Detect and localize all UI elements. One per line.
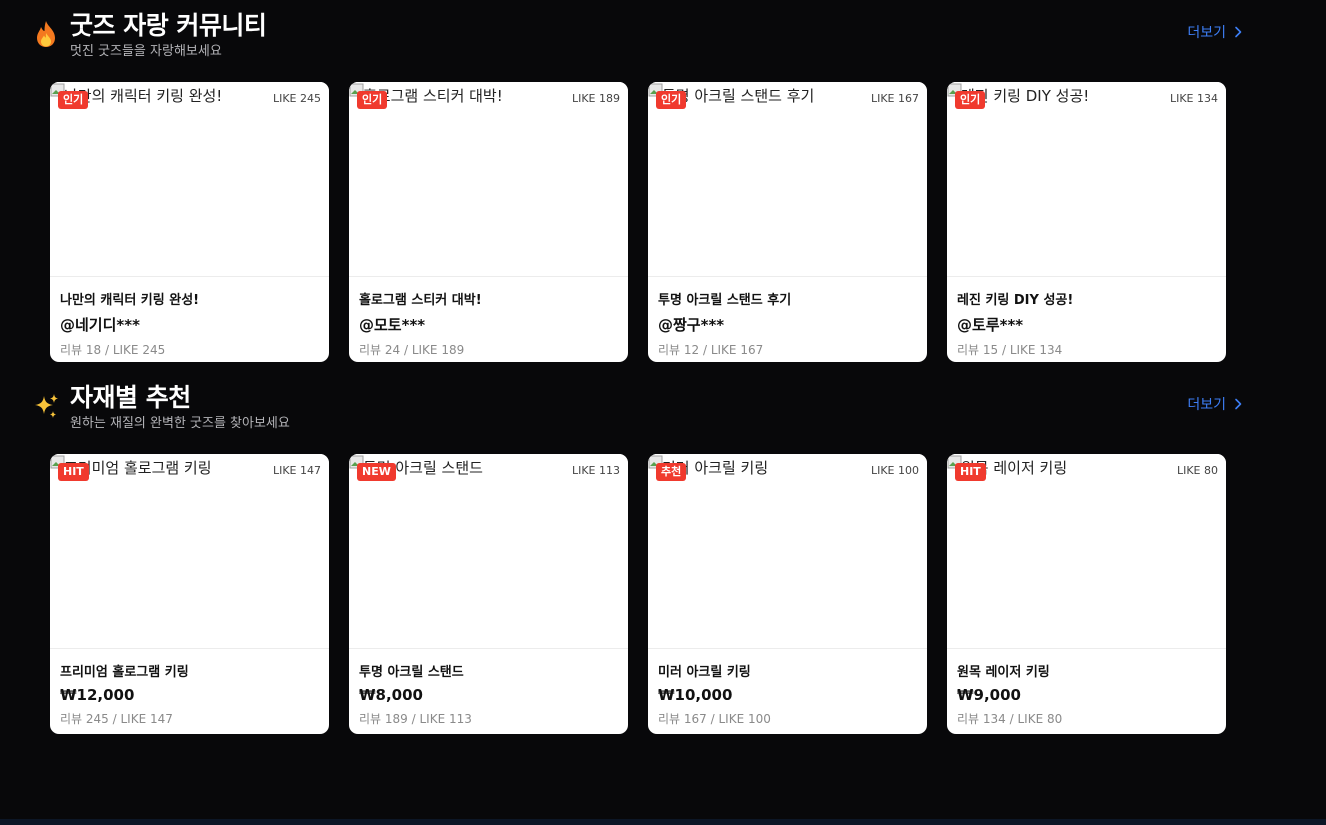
card-price: ₩10,000 bbox=[658, 686, 733, 704]
like-count: LIKE 167 bbox=[870, 92, 919, 105]
card-author: @네기디*** bbox=[60, 316, 140, 334]
product-card[interactable]: 원목 레이저 키링 HIT LIKE 80 원목 레이저 키링 ₩9,000 리… bbox=[947, 454, 1226, 734]
card-body: 홀로그램 스티커 대박! @모토*** 리뷰 24 / LIKE 189 bbox=[349, 277, 628, 358]
card-body: 레진 키링 DIY 성공! @토루*** 리뷰 15 / LIKE 134 bbox=[947, 277, 1226, 358]
section-header: 자재별 추천 원하는 재질의 완벽한 굿즈를 찾아보세요 더보기 bbox=[0, 372, 1326, 454]
card-title: 투명 아크릴 스탠드 bbox=[359, 665, 464, 680]
section-subtitle: 멋진 굿즈들을 자랑해보세요 bbox=[70, 44, 222, 59]
product-card[interactable]: 투명 아크릴 스탠드 NEW LIKE 113 투명 아크릴 스탠드 ₩8,00… bbox=[349, 454, 628, 734]
card-image: 나만의 캐릭터 키링 완성! 인기 LIKE 245 bbox=[50, 82, 329, 277]
product-card[interactable]: 프리미엄 홀로그램 키링 HIT LIKE 147 프리미엄 홀로그램 키링 ₩… bbox=[50, 454, 329, 734]
card-image: 투명 아크릴 스탠드 후기 인기 LIKE 167 bbox=[648, 82, 927, 277]
card-image: 레진 키링 DIY 성공! 인기 LIKE 134 bbox=[947, 82, 1226, 277]
card-meta: 리뷰 12 / LIKE 167 bbox=[658, 343, 764, 357]
card-title: 홀로그램 스티커 대박! bbox=[359, 293, 482, 308]
card-meta: 리뷰 167 / LIKE 100 bbox=[658, 712, 771, 726]
card-title: 투명 아크릴 스탠드 후기 bbox=[658, 293, 792, 308]
card-body: 원목 레이저 키링 ₩9,000 리뷰 134 / LIKE 80 bbox=[947, 649, 1226, 727]
card-price: ₩12,000 bbox=[60, 686, 135, 704]
card-price: ₩9,000 bbox=[957, 686, 1021, 704]
status-badge: 인기 bbox=[656, 91, 687, 109]
card-image: 투명 아크릴 스탠드 NEW LIKE 113 bbox=[349, 454, 628, 649]
card-author: @모토*** bbox=[359, 316, 426, 334]
like-count: LIKE 245 bbox=[272, 92, 321, 105]
post-card[interactable]: 나만의 캐릭터 키링 완성! 인기 LIKE 245 나만의 캐릭터 키링 완성… bbox=[50, 82, 329, 362]
post-card[interactable]: 레진 키링 DIY 성공! 인기 LIKE 134 레진 키링 DIY 성공! … bbox=[947, 82, 1226, 362]
status-badge: HIT bbox=[58, 463, 89, 481]
card-title: 미러 아크릴 키링 bbox=[658, 665, 751, 680]
card-body: 투명 아크릴 스탠드 ₩8,000 리뷰 189 / LIKE 113 bbox=[349, 649, 628, 727]
more-link[interactable]: 더보기 bbox=[1187, 394, 1242, 414]
section-title: 자재별 추천 bbox=[70, 383, 191, 412]
card-body: 투명 아크릴 스탠드 후기 @짱구*** 리뷰 12 / LIKE 167 bbox=[648, 277, 927, 358]
bottom-strip bbox=[0, 819, 1326, 825]
card-body: 프리미엄 홀로그램 키링 ₩12,000 리뷰 245 / LIKE 147 bbox=[50, 649, 329, 727]
card-price: ₩8,000 bbox=[359, 686, 423, 704]
community-section: 굿즈 자랑 커뮤니티 멋진 굿즈들을 자랑해보세요 더보기 나만의 캐릭터 키링… bbox=[0, 0, 1326, 362]
card-title: 원목 레이저 키링 bbox=[957, 665, 1050, 680]
status-badge: 인기 bbox=[357, 91, 388, 109]
status-badge: 인기 bbox=[58, 91, 89, 109]
card-body: 미러 아크릴 키링 ₩10,000 리뷰 167 / LIKE 100 bbox=[648, 649, 927, 727]
like-count: LIKE 147 bbox=[272, 464, 321, 477]
materials-section: 자재별 추천 원하는 재질의 완벽한 굿즈를 찾아보세요 더보기 프리미엄 홀로… bbox=[0, 372, 1326, 734]
card-list: 나만의 캐릭터 키링 완성! 인기 LIKE 245 나만의 캐릭터 키링 완성… bbox=[50, 82, 1226, 362]
status-badge: 추천 bbox=[656, 463, 687, 481]
card-author: @짱구*** bbox=[658, 316, 725, 334]
more-link-label: 더보기 bbox=[1187, 397, 1226, 413]
card-body: 나만의 캐릭터 키링 완성! @네기디*** 리뷰 18 / LIKE 245 bbox=[50, 277, 329, 358]
card-list: 프리미엄 홀로그램 키링 HIT LIKE 147 프리미엄 홀로그램 키링 ₩… bbox=[50, 454, 1226, 734]
section-title: 굿즈 자랑 커뮤니티 bbox=[70, 11, 267, 40]
post-card[interactable]: 홀로그램 스티커 대박! 인기 LIKE 189 홀로그램 스티커 대박! @모… bbox=[349, 82, 628, 362]
status-badge: HIT bbox=[955, 463, 986, 481]
like-count: LIKE 189 bbox=[571, 92, 620, 105]
card-meta: 리뷰 189 / LIKE 113 bbox=[359, 712, 472, 726]
card-title: 프리미엄 홀로그램 키링 bbox=[60, 665, 189, 680]
card-meta: 리뷰 24 / LIKE 189 bbox=[359, 343, 465, 357]
like-count: LIKE 134 bbox=[1169, 92, 1218, 105]
card-image: 프리미엄 홀로그램 키링 HIT LIKE 147 bbox=[50, 454, 329, 649]
post-card[interactable]: 투명 아크릴 스탠드 후기 인기 LIKE 167 투명 아크릴 스탠드 후기 … bbox=[648, 82, 927, 362]
more-link-label: 더보기 bbox=[1187, 25, 1226, 41]
status-badge: 인기 bbox=[955, 91, 986, 109]
like-count: LIKE 100 bbox=[870, 464, 919, 477]
card-image: 원목 레이저 키링 HIT LIKE 80 bbox=[947, 454, 1226, 649]
like-count: LIKE 113 bbox=[571, 464, 620, 477]
card-image: 미러 아크릴 키링 추천 LIKE 100 bbox=[648, 454, 927, 649]
card-title: 레진 키링 DIY 성공! bbox=[957, 293, 1074, 308]
sparkles-icon bbox=[32, 392, 60, 420]
chevron-right-icon bbox=[1235, 398, 1242, 410]
more-link[interactable]: 더보기 bbox=[1187, 22, 1242, 42]
fire-icon bbox=[32, 20, 60, 48]
section-subtitle: 원하는 재질의 완벽한 굿즈를 찾아보세요 bbox=[70, 416, 290, 431]
card-author: @토루*** bbox=[957, 316, 1024, 334]
card-meta: 리뷰 134 / LIKE 80 bbox=[957, 712, 1063, 726]
card-meta: 리뷰 18 / LIKE 245 bbox=[60, 343, 166, 357]
section-header: 굿즈 자랑 커뮤니티 멋진 굿즈들을 자랑해보세요 더보기 bbox=[0, 0, 1326, 82]
card-meta: 리뷰 15 / LIKE 134 bbox=[957, 343, 1063, 357]
like-count: LIKE 80 bbox=[1176, 464, 1218, 477]
status-badge: NEW bbox=[357, 463, 396, 481]
card-meta: 리뷰 245 / LIKE 147 bbox=[60, 712, 173, 726]
card-title: 나만의 캐릭터 키링 완성! bbox=[60, 293, 200, 308]
page: 굿즈 자랑 커뮤니티 멋진 굿즈들을 자랑해보세요 더보기 나만의 캐릭터 키링… bbox=[0, 0, 1326, 825]
chevron-right-icon bbox=[1235, 26, 1242, 38]
card-image: 홀로그램 스티커 대박! 인기 LIKE 189 bbox=[349, 82, 628, 277]
product-card[interactable]: 미러 아크릴 키링 추천 LIKE 100 미러 아크릴 키링 ₩10,000 … bbox=[648, 454, 927, 734]
